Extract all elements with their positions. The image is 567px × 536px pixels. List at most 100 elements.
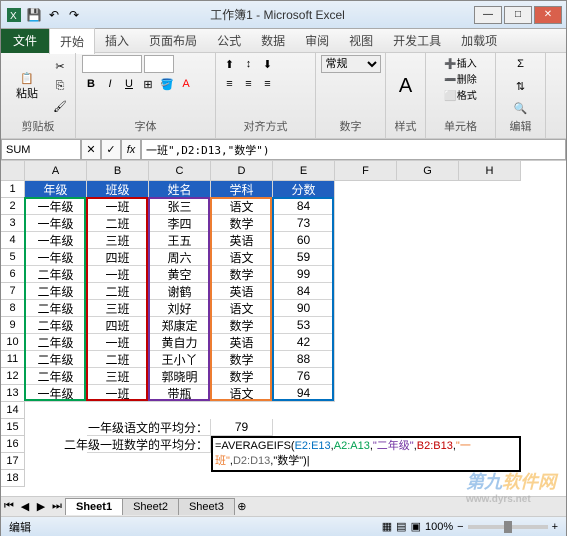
row-header[interactable]: 8 [1, 300, 25, 317]
delete-cells-button[interactable]: ➖删除 [444, 71, 476, 86]
row-header[interactable]: 15 [1, 419, 25, 436]
column-header[interactable]: D [211, 161, 273, 181]
data-cell[interactable]: 42 [273, 334, 335, 351]
data-cell[interactable]: 一班 [87, 334, 149, 351]
styles-button[interactable]: A [392, 57, 419, 117]
data-cell[interactable]: 周六 [149, 249, 211, 266]
data-cell[interactable]: 谢鹤 [149, 283, 211, 300]
format-cells-button[interactable]: ⬜格式 [444, 87, 476, 102]
column-header[interactable]: E [273, 161, 335, 181]
row-header[interactable]: 12 [1, 368, 25, 385]
find-icon[interactable]: 🔍 [512, 99, 530, 117]
data-cell[interactable]: 59 [273, 249, 335, 266]
data-cell[interactable]: 一年级 [25, 198, 87, 215]
row-header[interactable]: 6 [1, 266, 25, 283]
data-cell[interactable]: 带瓶 [149, 385, 211, 402]
row-header[interactable]: 14 [1, 402, 25, 419]
maximize-button[interactable]: □ [504, 6, 532, 24]
summary-label[interactable]: 二年级一班数学的平均分： [87, 436, 211, 453]
data-cell[interactable]: 英语 [211, 283, 273, 300]
data-cell[interactable]: 三班 [87, 300, 149, 317]
column-header[interactable]: C [149, 161, 211, 181]
fill-color-button[interactable]: 🪣 [158, 75, 176, 93]
row-header[interactable]: 4 [1, 232, 25, 249]
minimize-button[interactable]: — [474, 6, 502, 24]
data-cell[interactable]: 二年级 [25, 368, 87, 385]
zoom-slider[interactable] [468, 525, 548, 529]
data-cell[interactable]: 88 [273, 351, 335, 368]
sheet-tab-1[interactable]: Sheet1 [65, 498, 123, 515]
data-cell[interactable]: 四班 [87, 249, 149, 266]
sheet-tab-2[interactable]: Sheet2 [122, 498, 179, 515]
enter-formula-button[interactable]: ✓ [101, 139, 121, 160]
column-header[interactable]: A [25, 161, 87, 181]
row-header[interactable]: 3 [1, 215, 25, 232]
font-family-select[interactable] [82, 55, 142, 73]
zoom-out-button[interactable]: − [457, 521, 463, 533]
tab-layout[interactable]: 页面布局 [139, 28, 207, 53]
header-cell[interactable]: 年级 [25, 181, 87, 198]
summary-label[interactable]: 一年级语文的平均分： [87, 419, 211, 436]
cut-icon[interactable]: ✂ [51, 58, 69, 76]
tab-view[interactable]: 视图 [339, 28, 383, 53]
data-cell[interactable]: 94 [273, 385, 335, 402]
data-cell[interactable]: 84 [273, 198, 335, 215]
border-button[interactable]: ⊞ [139, 75, 157, 93]
data-cell[interactable]: 数学 [211, 215, 273, 232]
data-cell[interactable]: 语文 [211, 249, 273, 266]
data-cell[interactable]: 一班 [87, 266, 149, 283]
data-cell[interactable]: 郭晓明 [149, 368, 211, 385]
font-size-select[interactable] [144, 55, 174, 73]
column-header[interactable]: G [397, 161, 459, 181]
data-cell[interactable]: 张三 [149, 198, 211, 215]
header-cell[interactable]: 分数 [273, 181, 335, 198]
row-header[interactable]: 1 [1, 181, 25, 198]
data-cell[interactable]: 语文 [211, 300, 273, 317]
header-cell[interactable]: 班级 [87, 181, 149, 198]
tab-insert[interactable]: 插入 [95, 28, 139, 53]
file-tab[interactable]: 文件 [1, 29, 49, 53]
tab-addin[interactable]: 加载项 [451, 28, 507, 53]
align-center-icon[interactable]: ≡ [240, 75, 258, 93]
data-cell[interactable]: 数学 [211, 368, 273, 385]
insert-cells-button[interactable]: ➕插入 [444, 55, 476, 70]
column-header[interactable]: F [335, 161, 397, 181]
number-format-select[interactable]: 常规 [321, 55, 381, 73]
active-cell-editing[interactable]: =AVERAGEIFS(E2:E13,A2:A13,"二年级",B2:B13,"… [211, 436, 521, 472]
cancel-formula-button[interactable]: ✕ [81, 139, 101, 160]
data-cell[interactable]: 数学 [211, 266, 273, 283]
select-all-corner[interactable] [1, 161, 25, 181]
row-header[interactable]: 17 [1, 453, 25, 470]
fx-button[interactable]: fx [121, 139, 141, 160]
column-header[interactable]: B [87, 161, 149, 181]
data-cell[interactable]: 二班 [87, 351, 149, 368]
data-cell[interactable]: 英语 [211, 232, 273, 249]
tab-review[interactable]: 审阅 [295, 28, 339, 53]
column-header[interactable]: H [459, 161, 521, 181]
italic-button[interactable]: I [101, 75, 119, 93]
row-header[interactable]: 2 [1, 198, 25, 215]
data-cell[interactable]: 84 [273, 283, 335, 300]
data-cell[interactable]: 二年级 [25, 300, 87, 317]
sheet-nav-first-icon[interactable]: ⏮ [1, 500, 17, 513]
font-color-button[interactable]: A [177, 75, 195, 93]
data-cell[interactable]: 53 [273, 317, 335, 334]
grid-body[interactable]: 年级班级姓名学科分数一年级一班张三语文84一年级二班李四数学73一年级三班王五英… [25, 181, 566, 496]
sheet-nav-last-icon[interactable]: ⏭ [49, 500, 65, 513]
view-normal-icon[interactable]: ▦ [382, 520, 392, 533]
new-sheet-icon[interactable]: ⊕ [234, 500, 250, 513]
summary-value[interactable]: 79 [211, 419, 273, 436]
data-cell[interactable]: 三班 [87, 232, 149, 249]
data-cell[interactable]: 一年级 [25, 385, 87, 402]
align-mid-icon[interactable]: ↕ [240, 55, 258, 73]
copy-icon[interactable]: ⎘ [51, 78, 69, 96]
sort-icon[interactable]: ⇅ [512, 77, 530, 95]
data-cell[interactable]: 三班 [87, 368, 149, 385]
data-cell[interactable]: 一年级 [25, 232, 87, 249]
tab-formula[interactable]: 公式 [207, 28, 251, 53]
align-bot-icon[interactable]: ⬇ [259, 55, 277, 73]
data-cell[interactable]: 黄自力 [149, 334, 211, 351]
row-header[interactable]: 10 [1, 334, 25, 351]
align-right-icon[interactable]: ≡ [259, 75, 277, 93]
data-cell[interactable]: 二年级 [25, 351, 87, 368]
